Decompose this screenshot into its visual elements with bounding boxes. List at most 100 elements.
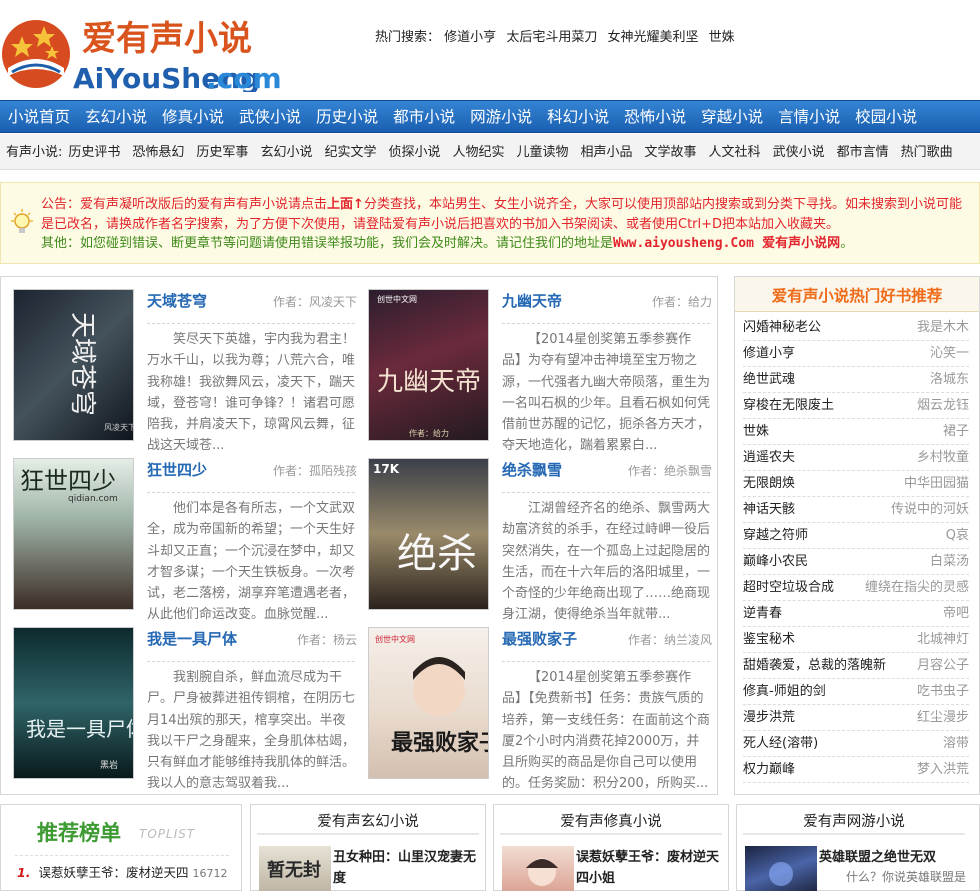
category-heading[interactable]: 爱有声网游小说 (743, 805, 965, 835)
book-cover[interactable]: 17K 绝杀 (368, 458, 489, 610)
book-name[interactable]: 穿梭在无限废土 (743, 398, 834, 413)
list-item[interactable]: 逆青春 帝吧 (743, 601, 969, 627)
book-name[interactable]: 权力巅峰 (743, 762, 795, 777)
sub-nav-item[interactable]: 侦探小说 (388, 134, 440, 171)
sub-nav-item[interactable]: 人文社科 (709, 134, 761, 171)
category-book-title[interactable]: 英雄联盟之绝世无双 (819, 847, 969, 868)
book-author[interactable]: 月容公子 (917, 653, 969, 678)
book-card[interactable]: 天域苍穹 风凌天下 天域苍穹 作者：风凌天下 笑尽天下英雄，宇内我为君主！万水千山… (1, 277, 357, 453)
book-card[interactable]: 我是一具尸体 黑岩 我是一具尸体 作者：杨云 我割腕自杀，鲜血流尽成为干尸。尸身被… (1, 615, 357, 791)
book-card[interactable]: 17K 绝杀 绝杀飘雪 作者：绝杀飘雪 江湖曾经齐名的绝杀、飘雪两大劫富济贫的杀手… (356, 446, 712, 622)
category-book-title[interactable]: 误惹妖孽王爷：废材逆天四小姐 (576, 847, 726, 889)
book-author[interactable]: 缠绕在指尖的灵感 (865, 575, 969, 600)
nav-item-wuxia[interactable]: 武侠小说 (231, 101, 308, 133)
category-heading[interactable]: 爱有声修真小说 (500, 805, 722, 835)
book-name[interactable]: 绝世武魂 (743, 372, 795, 387)
book-name[interactable]: 无限朗焕 (743, 476, 795, 491)
toplist-book-name[interactable]: 误惹妖孽王爷：废材逆天四 (38, 865, 188, 880)
book-author[interactable]: 帝吧 (943, 601, 969, 626)
list-item[interactable]: 巅峰小农民 白菜汤 (743, 549, 969, 575)
sub-nav-item[interactable]: 热门歌曲 (901, 134, 953, 171)
sub-nav-item[interactable]: 纪实文学 (324, 134, 376, 171)
book-author[interactable]: 作者：给力 (652, 293, 712, 310)
sub-nav-item[interactable]: 文学故事 (645, 134, 697, 171)
list-item[interactable]: 修真-师姐的剑 吃书虫子 (743, 679, 969, 705)
book-author[interactable]: 裙子 (943, 419, 969, 444)
list-item[interactable]: 权力巅峰 梦入洪荒 (743, 757, 969, 783)
nav-item-xiaoyuan[interactable]: 校园小说 (847, 101, 924, 133)
book-title[interactable]: 绝杀飘雪 (502, 459, 562, 480)
list-item[interactable]: 穿越之符师 Q哀 (743, 523, 969, 549)
nav-item-kongbu[interactable]: 恐怖小说 (616, 101, 693, 133)
site-address[interactable]: Www.aiyousheng.Com (613, 236, 754, 251)
hot-search-link[interactable]: 女神光耀美利坚 (607, 30, 698, 45)
nav-item-lishi[interactable]: 历史小说 (308, 101, 385, 133)
book-thumbnail[interactable] (502, 846, 574, 891)
book-name[interactable]: 鉴宝秘术 (743, 632, 795, 647)
book-title[interactable]: 九幽天帝 (502, 290, 562, 311)
list-item[interactable]: 逍遥农夫 乡村牧童 (743, 445, 969, 471)
book-card[interactable]: 狂世四少 qidian.com 狂世四少 作者：孤陌残孩 他们本是各有所志，一个文… (1, 446, 357, 622)
book-author[interactable]: 北城神灯 (917, 627, 969, 652)
book-author[interactable]: 烟云龙钰 (917, 393, 969, 418)
list-item[interactable]: 鉴宝秘术 北城神灯 (743, 627, 969, 653)
list-item[interactable]: 超时空垃圾合成 缠绕在指尖的灵感 (743, 575, 969, 601)
list-item[interactable]: 绝世武魂 洛城东 (743, 367, 969, 393)
book-name[interactable]: 巅峰小农民 (743, 554, 808, 569)
book-author[interactable]: 传说中的河妖 (891, 497, 969, 522)
book-card[interactable]: 九幽天帝 创世中文网 作者：给力 九幽天帝 作者：给力 【2014星创奖第五季参赛作… (356, 277, 712, 453)
sub-nav-item[interactable]: 恐怖悬幻 (132, 134, 184, 171)
sub-nav-item[interactable]: 相声小品 (581, 134, 633, 171)
book-card[interactable]: 创世中文网最强败家子 最强败家子 作者：纳兰凌风 【2014星创奖第五季参赛作品… (356, 615, 712, 791)
book-thumbnail[interactable] (745, 846, 817, 891)
nav-item-dushi[interactable]: 都市小说 (385, 101, 462, 133)
nav-item-xiuzhen[interactable]: 修真小说 (154, 101, 231, 133)
list-item[interactable]: 闪婚神秘老公 我是木木 (743, 315, 969, 341)
book-thumbnail[interactable]: 暂无封 (259, 846, 331, 891)
book-name[interactable]: 超时空垃圾合成 (743, 580, 834, 595)
book-title[interactable]: 天域苍穹 (147, 290, 207, 311)
book-author[interactable]: 吃书虫子 (917, 679, 969, 704)
book-author[interactable]: 作者：纳兰凌风 (628, 631, 712, 648)
book-author[interactable]: 乡村牧童 (917, 445, 969, 470)
sub-nav-item[interactable]: 人物纪实 (452, 134, 504, 171)
book-author[interactable]: 作者：孤陌残孩 (273, 462, 357, 479)
category-book-title[interactable]: 丑女种田：山里汉宠妻无度 (333, 847, 483, 889)
book-cover[interactable]: 我是一具尸体 黑岩 (13, 627, 134, 779)
sub-nav-item[interactable]: 儿童读物 (517, 134, 569, 171)
book-cover[interactable]: 创世中文网最强败家子 (368, 627, 489, 779)
book-name[interactable]: 修道小亨 (743, 346, 795, 361)
sub-nav-item[interactable]: 历史军事 (196, 134, 248, 171)
book-name[interactable]: 逆青春 (743, 606, 782, 621)
nav-item-yanqing[interactable]: 言情小说 (770, 101, 847, 133)
book-author[interactable]: 我是木木 (917, 315, 969, 340)
book-name[interactable]: 死人经(溶带) (743, 736, 818, 751)
hot-search-link[interactable]: 修道小亨 (444, 30, 496, 45)
nav-item-xuanhuan[interactable]: 玄幻小说 (77, 101, 154, 133)
book-author[interactable]: Q哀 (946, 523, 969, 548)
book-title[interactable]: 最强败家子 (502, 628, 577, 649)
book-name[interactable]: 甜婚袭爱，总裁的落魄新 (743, 658, 886, 673)
sub-nav-item[interactable]: 武侠小说 (773, 134, 825, 171)
book-author[interactable]: 沁笑一 (930, 341, 969, 366)
category-heading[interactable]: 爱有声玄幻小说 (257, 805, 479, 835)
book-name[interactable]: 穿越之符师 (743, 528, 808, 543)
book-cover[interactable]: 九幽天帝 创世中文网 作者：给力 (368, 289, 489, 441)
nav-item-wangyou[interactable]: 网游小说 (462, 101, 539, 133)
nav-item-chuanyue[interactable]: 穿越小说 (693, 101, 770, 133)
list-item[interactable]: 神话天骸 传说中的河妖 (743, 497, 969, 523)
book-name[interactable]: 神话天骸 (743, 502, 795, 517)
list-item[interactable]: 世姝 裙子 (743, 419, 969, 445)
sub-nav-item[interactable]: 历史评书 (68, 134, 120, 171)
book-author[interactable]: 白菜汤 (930, 549, 969, 574)
book-name[interactable]: 世姝 (743, 424, 769, 439)
book-title[interactable]: 狂世四少 (147, 459, 207, 480)
toplist-row[interactable]: 1. 误惹妖孽王爷：废材逆天四 16712 (17, 862, 227, 881)
list-item[interactable]: 穿梭在无限废土 烟云龙钰 (743, 393, 969, 419)
nav-item-home[interactable]: 小说首页 (0, 101, 77, 133)
list-item[interactable]: 甜婚袭爱，总裁的落魄新 月容公子 (743, 653, 969, 679)
list-item[interactable]: 死人经(溶带) 溶带 (743, 731, 969, 757)
list-item[interactable]: 漫步洪荒 红尘漫步 (743, 705, 969, 731)
hot-search-link[interactable]: 世姝 (709, 30, 735, 45)
nav-item-kehuan[interactable]: 科幻小说 (539, 101, 616, 133)
